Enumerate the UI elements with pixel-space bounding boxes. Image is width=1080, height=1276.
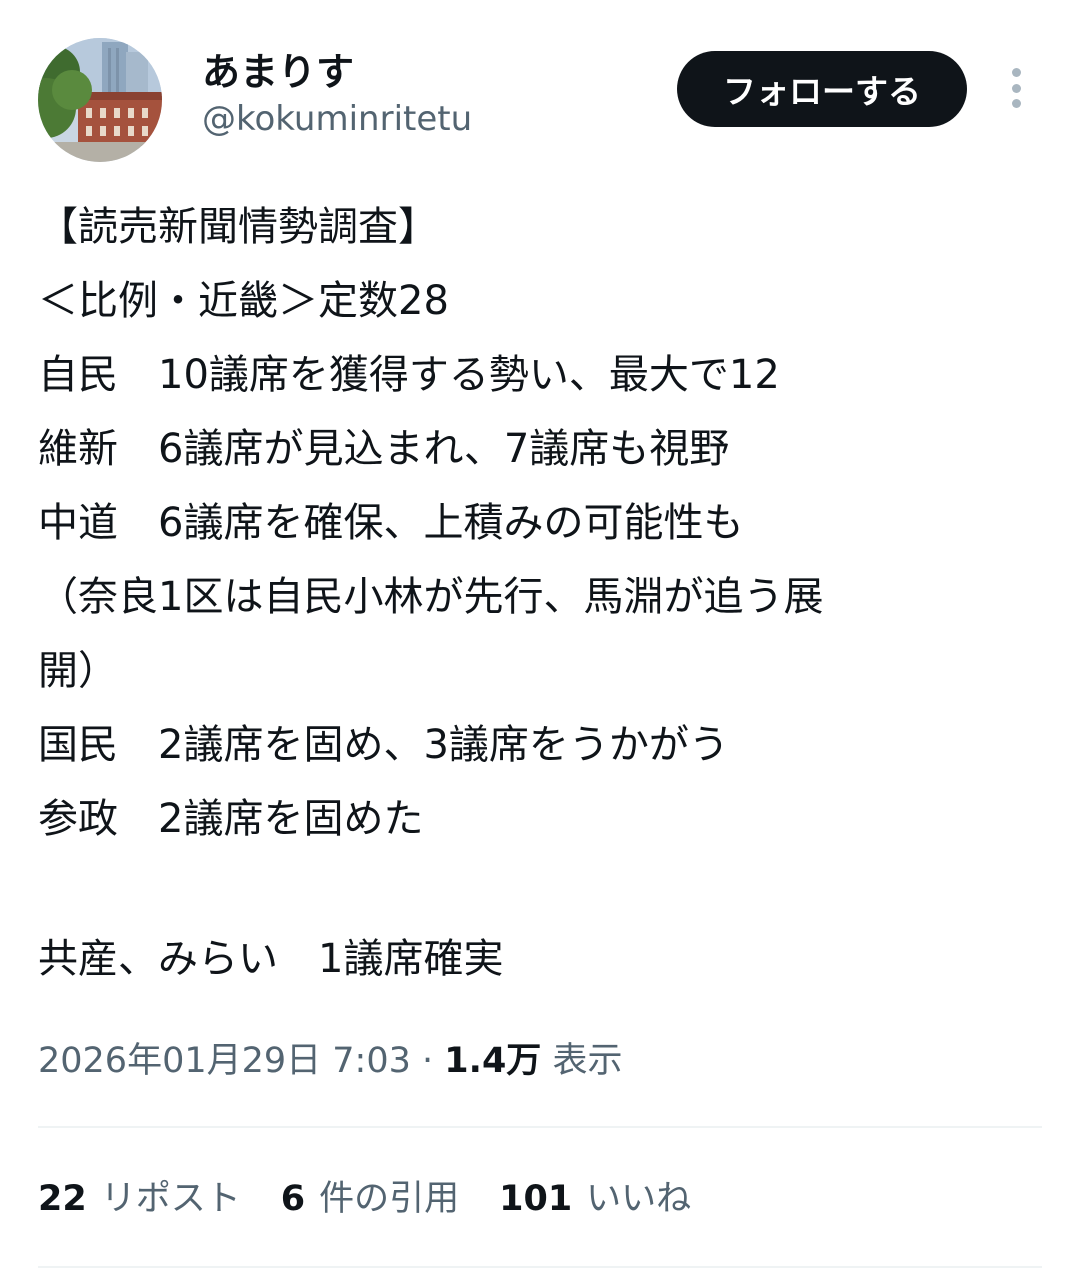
tweet-line: （奈良1区は自民小林が先行、馬淵が追う展 xyxy=(38,574,824,620)
likes-count: 101 xyxy=(499,1179,573,1219)
divider xyxy=(38,1266,1042,1268)
more-dot xyxy=(1011,68,1021,77)
tweet-line: 参政 2議席を固めた xyxy=(38,796,424,842)
tweet-line: 維新 6議席が見込まれ、7議席も視野 xyxy=(38,426,730,472)
more-dot xyxy=(1011,83,1021,93)
divider xyxy=(38,1126,1042,1128)
follow-button[interactable]: フォローする xyxy=(677,51,967,127)
engagement-stats: 22 リポスト 6 件の引用 101 いいね xyxy=(38,1174,691,1224)
views-label: 表示 xyxy=(552,1041,623,1081)
display-name[interactable]: あまりす xyxy=(202,48,472,96)
tweet-line: 共産、みらい 1議席確実 xyxy=(38,936,504,982)
tweet-line: ＜比例・近畿＞定数28 xyxy=(38,278,449,324)
tweet-timestamp[interactable]: 2026年01月29日 7:03 xyxy=(38,1041,411,1081)
tweet-line: 【読売新聞情勢調査】 xyxy=(38,204,438,250)
more-vertical-icon[interactable] xyxy=(998,60,1034,116)
likes-label: いいね xyxy=(586,1179,692,1219)
quotes-stat[interactable]: 6 件の引用 xyxy=(281,1174,459,1224)
likes-stat[interactable]: 101 いいね xyxy=(499,1174,691,1224)
user-handle[interactable]: @kokuminritetu xyxy=(202,96,472,142)
avatar[interactable] xyxy=(38,38,162,162)
reposts-stat[interactable]: 22 リポスト xyxy=(38,1174,241,1224)
views-count: 1.4万 xyxy=(444,1041,542,1081)
reposts-label: リポスト xyxy=(100,1179,241,1219)
tweet-line: 自民 10議席を獲得する勢い、最大で12 xyxy=(38,352,780,398)
more-dot xyxy=(1011,99,1021,108)
reposts-count: 22 xyxy=(38,1179,87,1219)
quotes-count: 6 xyxy=(280,1179,306,1219)
meta-separator: · xyxy=(422,1041,434,1081)
user-info: あまりす @kokuminritetu xyxy=(202,48,472,142)
avatar-image xyxy=(38,38,162,162)
tweet-header: あまりす @kokuminritetu フォローする xyxy=(38,38,1042,162)
tweet-line: 中道 6議席を確保、上積みの可能性も xyxy=(38,500,744,546)
tweet-meta: 2026年01月29日 7:03 · 1.4万 表示 xyxy=(38,1036,622,1086)
tweet-detail: あまりす @kokuminritetu フォローする 【読売新聞情勢調査】 ＜比… xyxy=(0,0,1080,1276)
tweet-line: 開） xyxy=(38,648,118,694)
tweet-text: 【読売新聞情勢調査】 ＜比例・近畿＞定数28 自民 10議席を獲得する勢い、最大… xyxy=(38,190,1042,996)
tweet-line: 国民 2議席を固め、3議席をうかがう xyxy=(38,722,729,768)
quotes-label: 件の引用 xyxy=(319,1179,460,1219)
